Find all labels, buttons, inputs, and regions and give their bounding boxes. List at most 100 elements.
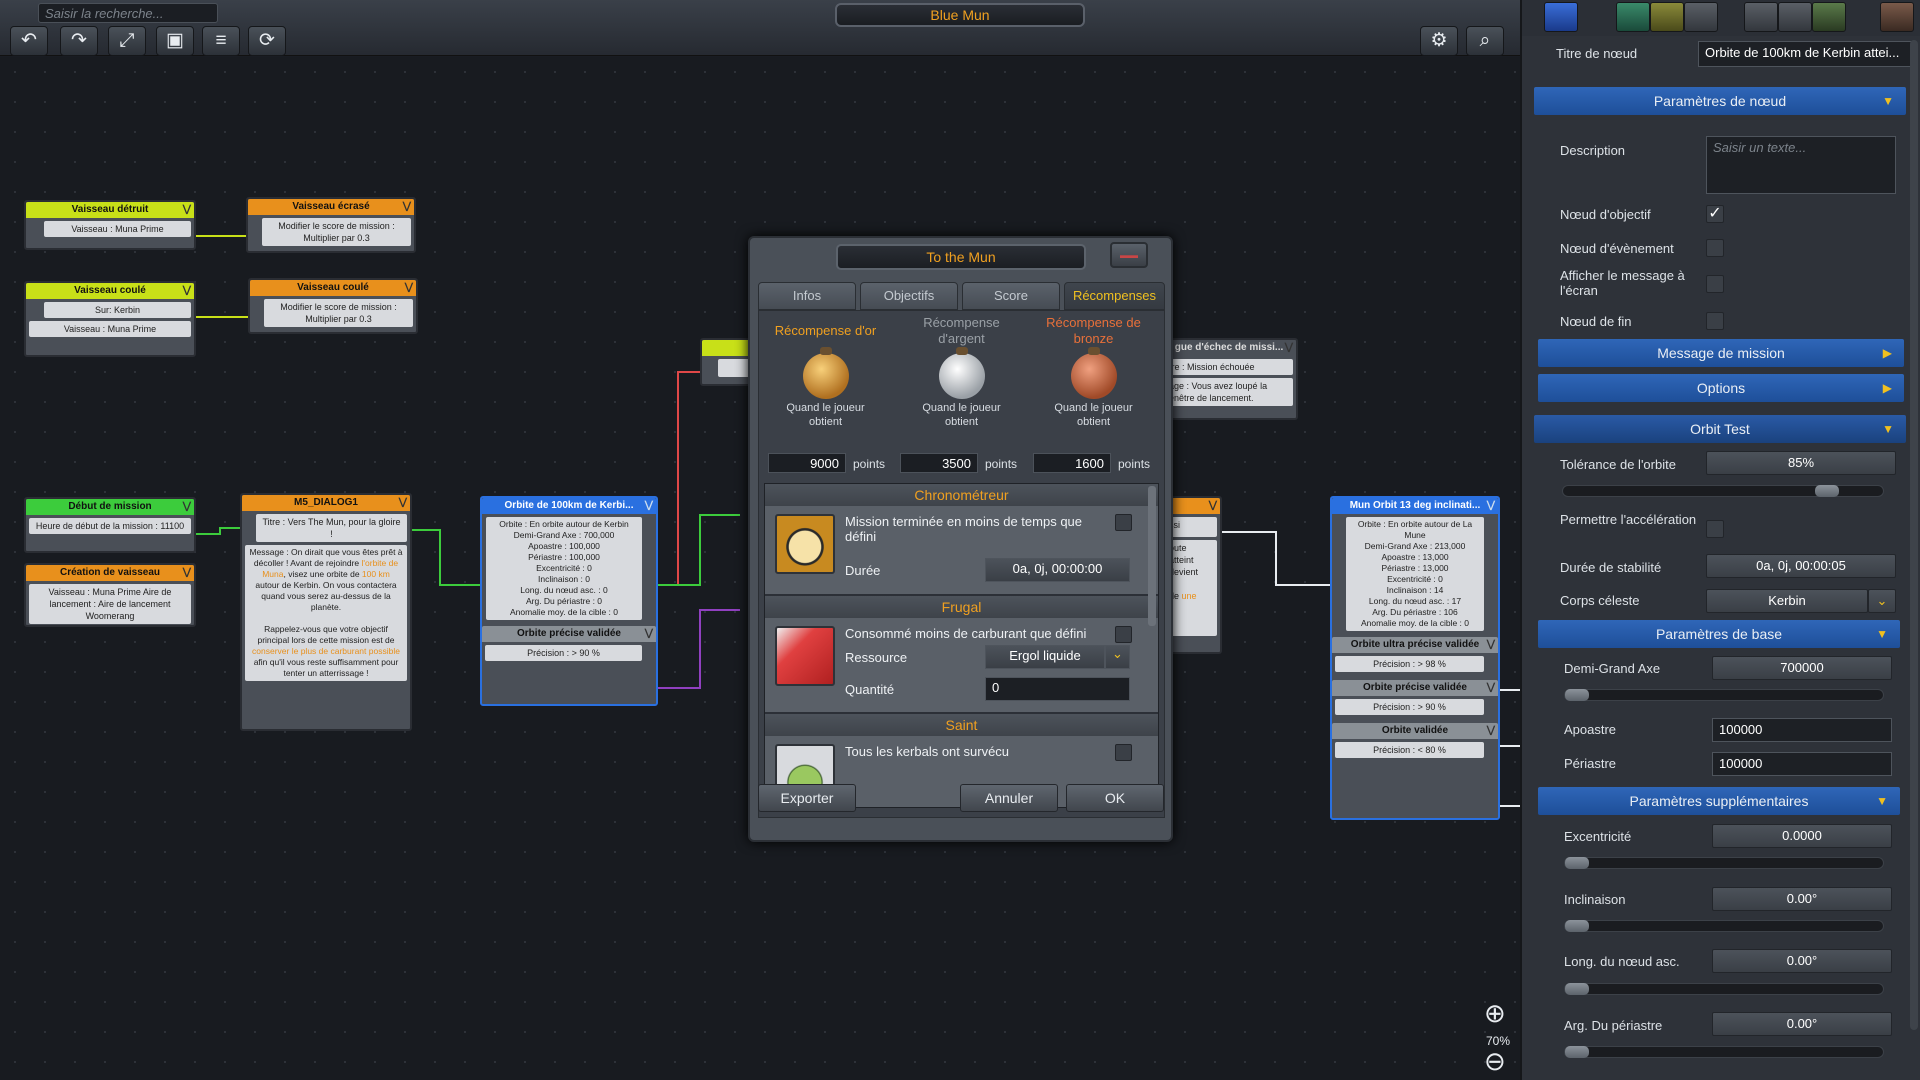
lan-slider[interactable] <box>1564 983 1884 995</box>
orbit-tolerance-value[interactable]: 85% <box>1706 451 1896 475</box>
node-mission-fail-dialog[interactable]: gue d'échec de missi... ⋁ tre : Mission é… <box>1160 338 1298 420</box>
tab-objectives[interactable]: Objectifs <box>860 282 958 310</box>
collapse-icon[interactable]: ⋁ <box>403 199 411 215</box>
timekeeper-checkbox[interactable] <box>1115 514 1132 531</box>
list-scrollbar[interactable] <box>1148 486 1156 626</box>
tab-rewards[interactable]: Récompenses <box>1064 282 1165 310</box>
mission-message-header[interactable]: Message de mission ▶ <box>1538 339 1904 367</box>
eccentricity-slider[interactable] <box>1564 857 1884 869</box>
silver-points-input[interactable]: 3500 <box>900 453 978 473</box>
collapse-icon[interactable]: ⋁ <box>1487 637 1495 653</box>
node-mission-start[interactable]: Début de mission ⋁ Heure de début de la m… <box>24 497 196 553</box>
saint-checkbox[interactable] <box>1115 744 1132 761</box>
duration-input[interactable]: 0a, 0j, 00:00:00 <box>985 558 1130 582</box>
reward-label: Récompense de bronze <box>1046 315 1141 346</box>
sma-value[interactable]: 700000 <box>1712 656 1892 680</box>
allow-warp-checkbox[interactable] <box>1706 520 1724 538</box>
periapsis-input[interactable]: 100000 <box>1712 752 1892 776</box>
gold-points-input[interactable]: 9000 <box>768 453 846 473</box>
node-vessel-sunk-score[interactable]: Vaisseau coulé ⋁ Modifier le score de mis… <box>248 278 418 334</box>
reward-label: Récompense d'argent <box>923 315 1000 346</box>
zoom-in-icon[interactable]: ⊕ <box>1484 998 1506 1029</box>
app-icon[interactable] <box>1812 2 1846 32</box>
tab-infos[interactable]: Infos <box>758 282 856 310</box>
slider-knob[interactable] <box>1565 689 1589 701</box>
slider-knob[interactable] <box>1565 920 1589 932</box>
node-title-input[interactable]: Orbite de 100km de Kerbin attei... <box>1698 41 1916 67</box>
dialog-close-button[interactable]: ▬▬ <box>1110 242 1148 268</box>
mission-app-icon[interactable] <box>1544 2 1578 32</box>
tab-score[interactable]: Score <box>962 282 1060 310</box>
collapse-icon[interactable]: ⋁ <box>1487 723 1495 739</box>
node-properties-panel: Titre de nœud Orbite de 100km de Kerbin … <box>1520 0 1920 1080</box>
chevron-down-icon[interactable]: ⌄ <box>1105 645 1130 669</box>
node-params-header[interactable]: Paramètres de nœud ▼ <box>1534 87 1906 115</box>
eccentricity-value[interactable]: 0.0000 <box>1712 824 1892 848</box>
periapsis-label: Périastre <box>1564 756 1617 771</box>
quantity-input[interactable]: 0 <box>985 677 1130 701</box>
app-icon[interactable] <box>1744 2 1778 32</box>
apoapsis-label: Apoastre <box>1564 722 1617 737</box>
orbit-test-header[interactable]: Orbit Test ▼ <box>1534 415 1906 443</box>
node-vessel-creation[interactable]: Création de vaisseau ⋁ Vaisseau : Muna Pr… <box>24 563 196 627</box>
event-node-checkbox[interactable] <box>1706 239 1724 257</box>
collapse-icon[interactable]: ⋁ <box>1487 498 1495 514</box>
node-vessel-sunk[interactable]: Vaisseau coulé ⋁ Sur: Kerbin Vaisseau : M… <box>24 281 196 357</box>
collapse-icon[interactable]: ⋁ <box>645 626 653 642</box>
app-icon[interactable] <box>1616 2 1650 32</box>
description-input[interactable]: Saisir un texte... <box>1706 136 1896 194</box>
node-vessel-destroyed[interactable]: Vaisseau détruit ⋁ Vaisseau : Muna Prime <box>24 200 196 250</box>
section-header-saint: Saint <box>765 714 1158 736</box>
options-header[interactable]: Options ▶ <box>1538 374 1904 402</box>
resource-select[interactable]: Ergol liquide <box>985 645 1105 669</box>
slider-knob[interactable] <box>1565 983 1589 995</box>
orbit-tolerance-slider[interactable] <box>1562 485 1884 497</box>
node-body: age : Vous avez loupé la enêtre de lance… <box>1165 378 1293 406</box>
collapse-icon[interactable]: ⋁ <box>645 498 653 514</box>
export-button[interactable]: Exporter <box>758 784 856 812</box>
app-icon[interactable] <box>1650 2 1684 32</box>
node-dialog-m5[interactable]: M5_DIALOG1 ⋁ Titre : Vers The Mun, pour l… <box>240 493 412 731</box>
reward-label: Récompense d'or <box>774 323 877 338</box>
chevron-down-icon[interactable]: ⌄ <box>1868 589 1896 613</box>
collapse-icon[interactable]: ⋁ <box>399 495 407 511</box>
collapse-icon[interactable]: ⋁ <box>1285 340 1293 356</box>
extra-params-header[interactable]: Paramètres supplémentaires ▼ <box>1538 787 1900 815</box>
collapse-icon[interactable]: ⋁ <box>183 283 191 299</box>
app-icon[interactable] <box>1778 2 1812 32</box>
app-icon[interactable] <box>1684 2 1718 32</box>
objective-node-checkbox[interactable]: ✓ <box>1706 205 1724 223</box>
apoapsis-input[interactable]: 100000 <box>1712 718 1892 742</box>
celestial-body-select[interactable]: Kerbin <box>1706 589 1868 613</box>
arg-periapsis-slider[interactable] <box>1564 1046 1884 1058</box>
collapse-icon[interactable]: ⋁ <box>405 280 413 296</box>
collapse-icon[interactable]: ⋁ <box>183 565 191 581</box>
cancel-button[interactable]: Annuler <box>960 784 1058 812</box>
app-icon[interactable] <box>1880 2 1914 32</box>
reward-conditions-list[interactable]: Chronométreur Mission terminée en moins … <box>764 483 1159 808</box>
inclination-slider[interactable] <box>1564 920 1884 932</box>
frugal-checkbox[interactable] <box>1115 626 1132 643</box>
slider-knob[interactable] <box>1565 1046 1589 1058</box>
show-message-checkbox[interactable] <box>1706 275 1724 293</box>
lan-value[interactable]: 0.00° <box>1712 949 1892 973</box>
collapse-icon[interactable]: ⋁ <box>183 202 191 218</box>
zoom-out-icon[interactable]: ⊖ <box>1484 1046 1506 1077</box>
base-params-header[interactable]: Paramètres de base ▼ <box>1538 620 1900 648</box>
bronze-points-input[interactable]: 1600 <box>1033 453 1111 473</box>
arg-periapsis-value[interactable]: 0.00° <box>1712 1012 1892 1036</box>
sma-slider[interactable] <box>1564 689 1884 701</box>
end-node-checkbox[interactable] <box>1706 312 1724 330</box>
node-mun-orbit-13deg[interactable]: Mun Orbit 13 deg inclinati... ⋁ Orbite : … <box>1330 496 1500 820</box>
node-vessel-crashed[interactable]: Vaisseau écrasé ⋁ Modifier le score de mi… <box>246 197 416 253</box>
node-orbit-100km[interactable]: Orbite de 100km de Kerbi... ⋁ Orbite : En… <box>480 496 658 706</box>
slider-knob[interactable] <box>1565 857 1589 869</box>
inclination-value[interactable]: 0.00° <box>1712 887 1892 911</box>
collapse-icon[interactable]: ⋁ <box>1487 680 1495 696</box>
collapse-icon[interactable]: ⋁ <box>1209 498 1217 514</box>
slider-knob[interactable] <box>1815 485 1839 497</box>
panel-scrollbar[interactable] <box>1910 40 1918 1030</box>
stability-duration-value[interactable]: 0a, 0j, 00:00:05 <box>1706 554 1896 578</box>
ok-button[interactable]: OK <box>1066 784 1164 812</box>
collapse-icon[interactable]: ⋁ <box>183 499 191 515</box>
